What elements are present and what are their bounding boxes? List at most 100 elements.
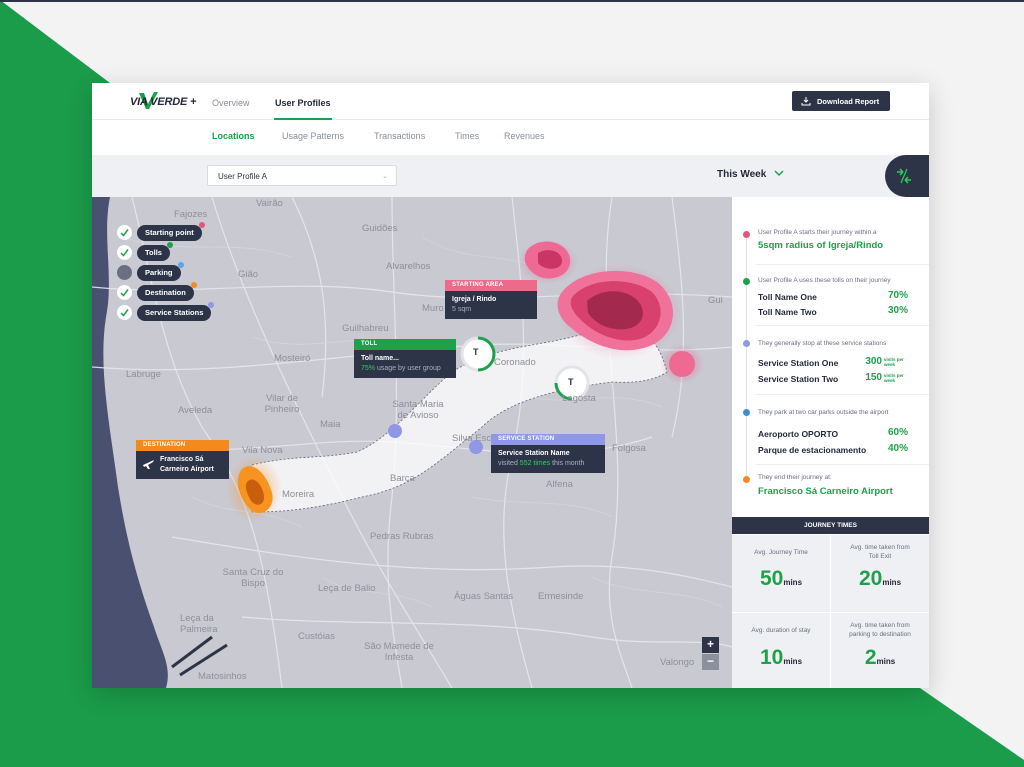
place-label: Pedras Rubras	[370, 531, 434, 542]
place-label: Leça de Balio	[318, 583, 376, 594]
tooltip-header: TOLL	[354, 339, 456, 350]
color-dot	[166, 242, 173, 248]
metric-unit: mins	[783, 578, 803, 587]
avg-time-parking-to-destination-card: Avg. time taken from parking to destinat…	[831, 613, 929, 688]
place-label: Vila Nova	[242, 445, 283, 456]
legend-label: Destination	[145, 288, 186, 297]
metric-value: 2mins	[831, 646, 929, 670]
checkbox-checked[interactable]	[117, 245, 132, 260]
legend-label-pill: Destination	[137, 282, 197, 301]
divider	[756, 464, 929, 465]
tooltip-title: Igreja / Rindo	[452, 296, 497, 303]
place-label: Silva Esc	[452, 433, 492, 444]
download-icon	[801, 97, 811, 106]
filter-bar: User Profile A ⌄ This Week	[92, 155, 929, 197]
metric-number: 10	[759, 646, 784, 669]
download-report-button[interactable]: Download Report	[792, 91, 890, 111]
place-label: Fajozes	[174, 209, 208, 220]
metric-value: 20mins	[831, 567, 929, 591]
place-label: Custóias	[298, 631, 335, 642]
destination-tooltip[interactable]: DESTINATION Francisco Sá Carneiro Airpor…	[136, 440, 229, 479]
place-label: Moreira	[282, 489, 315, 500]
avg-journey-time-card: Avg. Journey Time 50mins	[732, 535, 830, 612]
stations-text: They generally stop at these service sta…	[758, 340, 887, 347]
chevron-down-icon[interactable]	[774, 169, 784, 177]
subtab-revenues[interactable]: Revenues	[504, 131, 545, 141]
toll-usage-pct: 75%	[361, 365, 376, 372]
checkbox-unchecked[interactable]	[117, 265, 132, 280]
metric-label: Avg. time taken from Toll Exit	[850, 544, 910, 560]
color-dot	[198, 222, 205, 228]
color-dot	[177, 262, 184, 268]
toll-usage-text: usage by user group	[376, 365, 441, 372]
check-icon	[120, 289, 129, 297]
place-label: Lagosta	[562, 393, 596, 404]
visited-count: 552 times	[519, 460, 551, 467]
avg-time-from-toll-card: Avg. time taken from Toll Exit 20mins	[831, 535, 929, 612]
subtab-locations[interactable]: Locations	[212, 131, 255, 141]
metric-unit: mins	[783, 657, 803, 666]
subtab-usage-patterns[interactable]: Usage Patterns	[282, 131, 344, 141]
subtab-times[interactable]: Times	[455, 131, 479, 141]
checkbox-checked[interactable]	[117, 225, 132, 240]
checkbox-checked[interactable]	[117, 285, 132, 300]
legend-label-pill: Tolls	[137, 242, 173, 261]
tooltip-header: STARTING AREA	[445, 280, 537, 291]
place-label: Folgosa	[612, 443, 646, 454]
timeline-dot-tolls	[743, 278, 750, 285]
toll-tooltip[interactable]: TOLL Toll name... 75% usage by user group	[354, 339, 456, 378]
place-label: Santa Maria de Avioso	[392, 399, 444, 421]
zoom-out-button[interactable]: −	[702, 654, 719, 670]
tab-overview[interactable]: Overview	[212, 98, 250, 108]
place-label: Vairão	[256, 198, 283, 209]
download-report-label: Download Report	[817, 97, 880, 106]
starting-area-tooltip[interactable]: STARTING AREA Igreja / Rindo 5 sqm	[445, 280, 537, 319]
user-profile-select[interactable]: User Profile A ⌄	[207, 165, 397, 186]
divider	[756, 264, 929, 265]
tab-user-profiles[interactable]: User Profiles	[275, 98, 331, 108]
active-tab-indicator	[274, 118, 332, 120]
timeline-dot-end	[743, 476, 750, 483]
tooltip-title: Francisco Sá Carneiro Airport	[160, 456, 214, 473]
toll-marker-label: T	[568, 377, 574, 387]
visited-prefix: visited	[498, 460, 518, 467]
place-label: Mosteiró	[274, 353, 311, 364]
subtab-transactions[interactable]: Transactions	[374, 131, 425, 141]
tooltip-title: Service Station Name	[498, 450, 570, 457]
period-dropdown[interactable]: This Week	[717, 169, 766, 180]
start-location: 5sqm radius of Igreja/Rindo	[758, 240, 884, 251]
start-text: User Profile A starts their journey with…	[758, 229, 877, 236]
brand-name: VIA VERDE +	[130, 96, 197, 108]
end-text: They end their journey at:	[758, 474, 832, 481]
zoom-in-button[interactable]: +	[702, 637, 719, 653]
place-label: Aveleda	[178, 405, 213, 416]
place-label: Ermesinde	[538, 591, 584, 602]
parks-text: They park at two car parks outside the a…	[758, 409, 889, 416]
check-icon	[120, 229, 129, 237]
place-label: Muro	[422, 303, 444, 314]
place-label: Valongo	[660, 657, 695, 668]
park-name: Parque de estacionamento	[758, 445, 867, 455]
place-label: Gião	[238, 269, 259, 280]
service-station-tooltip[interactable]: SERVICE STATION Service Station Name visi…	[491, 434, 605, 473]
tooltip-subtitle: 5 sqm	[452, 306, 472, 313]
legend-label: Service Stations	[145, 308, 204, 317]
timeline-line	[746, 235, 747, 482]
place-label: Leça da Palmeira	[180, 613, 218, 635]
park-value: 40%	[887, 443, 908, 454]
station-value: 150	[865, 372, 882, 383]
chevron-down-icon: ⌄	[382, 173, 388, 180]
place-label: Labruge	[126, 369, 161, 380]
divider	[756, 325, 929, 326]
map-view[interactable]: Fajozes Vairão Guidões Gião Alvarelhos M…	[92, 197, 732, 688]
toll-name: Toll Name Two	[758, 307, 817, 317]
metric-value: 10mins	[732, 646, 830, 670]
checkbox-checked[interactable]	[117, 305, 132, 320]
place-label: São Mamede de Infesta	[364, 641, 434, 663]
journey-times-header: JOURNEY TIMES	[732, 517, 929, 534]
toll-value: 70%	[887, 290, 908, 301]
check-icon	[120, 249, 129, 257]
collapse-panel-button[interactable]	[885, 155, 929, 197]
metric-label: Avg. Journey Time	[754, 549, 808, 556]
timeline-dot-start	[743, 231, 750, 238]
